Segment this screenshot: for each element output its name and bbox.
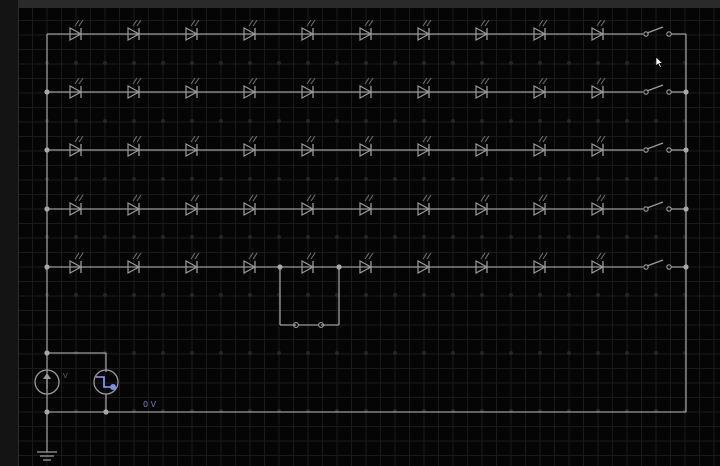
led-34[interactable] bbox=[243, 194, 258, 217]
led-39[interactable] bbox=[533, 194, 548, 217]
led-37[interactable] bbox=[417, 194, 432, 217]
led-50[interactable] bbox=[591, 252, 606, 275]
led-14[interactable] bbox=[243, 77, 258, 100]
led-25[interactable] bbox=[301, 135, 316, 158]
led-row-3 bbox=[44, 135, 643, 158]
switch-row-1[interactable] bbox=[643, 26, 672, 37]
switch-row-5[interactable] bbox=[643, 259, 689, 270]
led-45[interactable] bbox=[301, 252, 316, 275]
voltage-readout: 0 V bbox=[143, 400, 157, 409]
led-19[interactable] bbox=[533, 77, 548, 100]
voltage-probe[interactable] bbox=[93, 369, 119, 395]
voltage-source[interactable]: V bbox=[34, 369, 68, 395]
led-31[interactable] bbox=[69, 194, 84, 217]
grid-node-dots bbox=[45, 61, 687, 413]
led-26[interactable] bbox=[359, 135, 374, 158]
source-label: V bbox=[63, 372, 68, 380]
led-47[interactable] bbox=[417, 252, 432, 275]
led-1[interactable] bbox=[69, 19, 84, 42]
led-12[interactable] bbox=[127, 77, 142, 100]
led-42[interactable] bbox=[127, 252, 142, 275]
led-4[interactable] bbox=[243, 19, 258, 42]
led-20[interactable] bbox=[591, 77, 606, 100]
led-29[interactable] bbox=[533, 135, 548, 158]
led-41[interactable] bbox=[69, 252, 84, 275]
led-2[interactable] bbox=[127, 19, 142, 42]
led-28[interactable] bbox=[475, 135, 490, 158]
mouse-cursor bbox=[655, 56, 664, 68]
led-row-1 bbox=[47, 19, 643, 42]
row-switches[interactable] bbox=[643, 26, 689, 270]
led-27[interactable] bbox=[417, 135, 432, 158]
led-3[interactable] bbox=[185, 19, 200, 42]
led-49[interactable] bbox=[533, 252, 548, 275]
led-24[interactable] bbox=[243, 135, 258, 158]
led-row-4 bbox=[44, 194, 643, 217]
led-48[interactable] bbox=[475, 252, 490, 275]
led-35[interactable] bbox=[301, 194, 316, 217]
led-18[interactable] bbox=[475, 77, 490, 100]
led-15[interactable] bbox=[301, 77, 316, 100]
led-5[interactable] bbox=[301, 19, 316, 42]
led-44[interactable] bbox=[243, 252, 258, 275]
led-21[interactable] bbox=[69, 135, 84, 158]
switch-row-2[interactable] bbox=[643, 84, 689, 95]
led-row-5 bbox=[44, 252, 643, 275]
circuit-wires bbox=[37, 33, 687, 461]
led-32[interactable] bbox=[127, 194, 142, 217]
led-7[interactable] bbox=[417, 19, 432, 42]
led-40[interactable] bbox=[591, 194, 606, 217]
led-6[interactable] bbox=[359, 19, 374, 42]
led-13[interactable] bbox=[185, 77, 200, 100]
led-9[interactable] bbox=[533, 19, 548, 42]
led-33[interactable] bbox=[185, 194, 200, 217]
led-8[interactable] bbox=[475, 19, 490, 42]
led-38[interactable] bbox=[475, 194, 490, 217]
led-11[interactable] bbox=[69, 77, 84, 100]
led-30[interactable] bbox=[591, 135, 606, 158]
led-row-2 bbox=[44, 77, 643, 100]
led-43[interactable] bbox=[185, 252, 200, 275]
led-36[interactable] bbox=[359, 194, 374, 217]
switch-row-4[interactable] bbox=[643, 201, 689, 212]
switch-row-3[interactable] bbox=[643, 142, 689, 153]
led-23[interactable] bbox=[185, 135, 200, 158]
circuit-schematic[interactable]: V 0 V bbox=[0, 0, 720, 466]
led-22[interactable] bbox=[127, 135, 142, 158]
led-10[interactable] bbox=[591, 19, 606, 42]
led-46[interactable] bbox=[359, 252, 374, 275]
led-16[interactable] bbox=[359, 77, 374, 100]
led-17[interactable] bbox=[417, 77, 432, 100]
